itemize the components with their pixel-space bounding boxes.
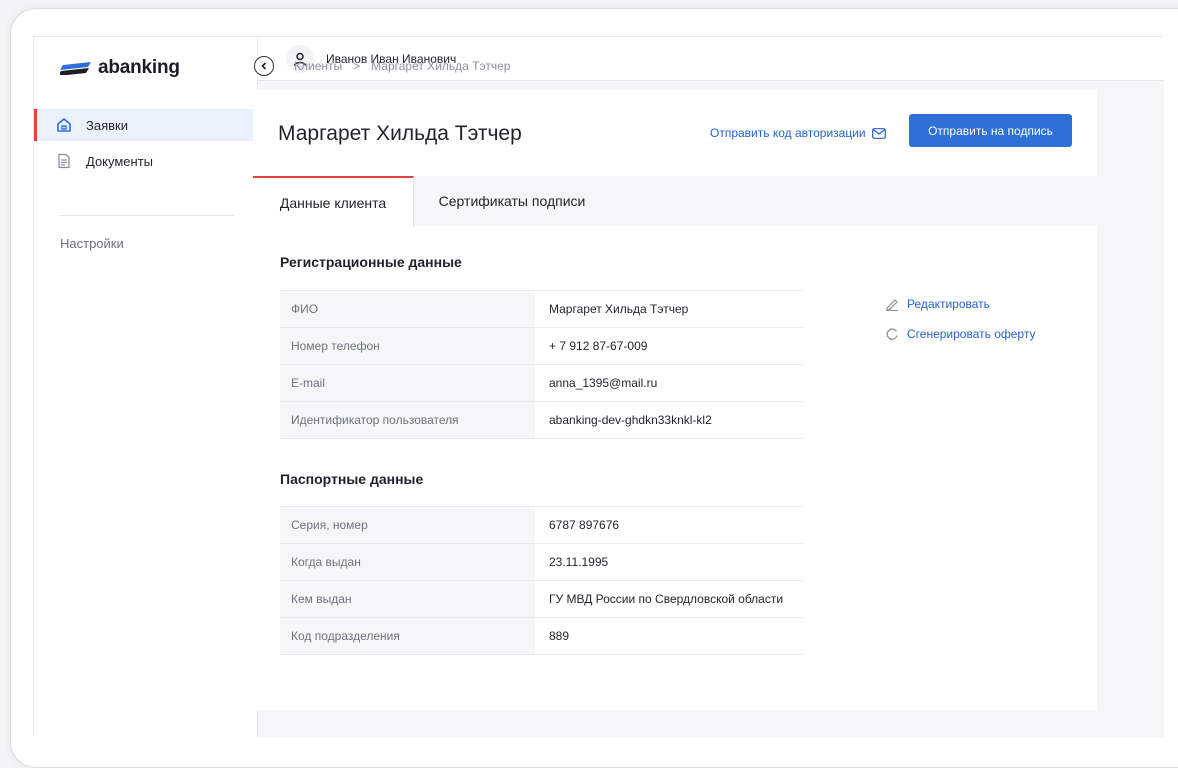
sidebar-item-settings[interactable]: Настройки bbox=[60, 236, 124, 251]
field-value: anna_1395@mail.ru bbox=[549, 376, 658, 390]
table-row: Кем выдан ГУ МВД России по Свердловской … bbox=[280, 580, 804, 618]
field-label: E-mail bbox=[280, 364, 535, 402]
logo-text: abanking bbox=[98, 57, 180, 78]
tab-client-data[interactable]: Данные клиента bbox=[253, 176, 414, 227]
sidebar-item-label: Заявки bbox=[86, 117, 128, 133]
field-label: Кем выдан bbox=[280, 580, 535, 618]
document-icon bbox=[56, 153, 72, 169]
sidebar-item-applications[interactable]: Заявки bbox=[34, 109, 258, 141]
mail-icon bbox=[871, 127, 886, 139]
tab-bar-fill bbox=[610, 176, 1097, 226]
side-actions: Редактировать Сгенерировать оферту bbox=[885, 296, 1035, 356]
field-value: abanking-dev-ghdkn33knkl-kl2 bbox=[549, 413, 712, 427]
field-value: Маргарет Хильда Тэтчер bbox=[549, 302, 689, 316]
home-icon bbox=[56, 117, 72, 133]
table-row: Серия, номер 6787 897676 bbox=[280, 506, 804, 544]
breadcrumb: Клиенты > Маргарет Хильда Тэтчер bbox=[254, 56, 510, 76]
table-row: Когда выдан 23.11.1995 bbox=[280, 543, 804, 581]
back-button[interactable] bbox=[254, 56, 274, 76]
field-value: + 7 912 87-67-009 bbox=[549, 339, 648, 353]
sidebar-item-documents[interactable]: Документы bbox=[34, 145, 258, 177]
field-label: Номер телефон bbox=[280, 327, 535, 365]
passport-table: Серия, номер 6787 897676 Когда выдан 23.… bbox=[280, 506, 804, 655]
generate-offer-link[interactable]: Сгенерировать оферту bbox=[885, 326, 1035, 342]
edit-link[interactable]: Редактировать bbox=[885, 296, 1035, 312]
send-auth-code-link[interactable]: Отправить код авторизации bbox=[710, 126, 886, 140]
client-card: Маргарет Хильда Тэтчер Отправить код авт… bbox=[253, 90, 1097, 710]
field-value: ГУ МВД России по Свердловской области bbox=[549, 592, 784, 606]
send-for-signature-button[interactable]: Отправить на подпись bbox=[909, 114, 1072, 147]
sidebar-divider bbox=[60, 215, 234, 216]
field-value: 23.11.1995 bbox=[549, 555, 609, 569]
sidebar: abanking Заявки Документы Настройки bbox=[34, 37, 258, 737]
sidebar-item-label: Документы bbox=[86, 153, 154, 169]
logo[interactable]: abanking bbox=[60, 57, 180, 79]
refresh-icon bbox=[886, 328, 898, 341]
field-label: Когда выдан bbox=[280, 543, 535, 581]
send-auth-code-label: Отправить код авторизации bbox=[710, 126, 866, 140]
field-label: Идентификатор пользователя bbox=[280, 401, 535, 439]
generate-offer-label: Сгенерировать оферту bbox=[907, 327, 1036, 341]
table-row: E-mail anna_1395@mail.ru bbox=[280, 364, 804, 402]
table-row: ФИО Маргарет Хильда Тэтчер bbox=[280, 290, 804, 328]
breadcrumb-separator: > bbox=[353, 59, 361, 73]
tab-signature-certificates[interactable]: Сертификаты подписи bbox=[414, 176, 610, 226]
page-title: Маргарет Хильда Тэтчер bbox=[278, 122, 522, 145]
field-value: 6787 897676 bbox=[549, 518, 620, 532]
passport-section-title: Паспортные данные bbox=[280, 471, 424, 487]
table-row: Номер телефон + 7 912 87-67-009 bbox=[280, 327, 804, 365]
field-label: Серия, номер bbox=[280, 506, 535, 544]
registration-table: ФИО Маргарет Хильда Тэтчер Номер телефон… bbox=[280, 290, 804, 439]
field-label: ФИО bbox=[280, 290, 535, 328]
table-row: Код подразделения 889 bbox=[280, 617, 804, 655]
field-value: 889 bbox=[549, 629, 570, 643]
logo-icon bbox=[60, 62, 91, 75]
edit-label: Редактировать bbox=[907, 297, 990, 311]
tabs: Данные клиента Сертификаты подписи bbox=[253, 176, 1097, 227]
chevron-left-icon bbox=[261, 62, 267, 70]
registration-section-title: Регистрационные данные bbox=[280, 254, 462, 270]
table-row: Идентификатор пользователя abanking-dev-… bbox=[280, 401, 804, 439]
breadcrumb-item-current: Маргарет Хильда Тэтчер bbox=[371, 59, 511, 73]
breadcrumb-item-clients[interactable]: Клиенты bbox=[294, 59, 342, 73]
pencil-icon bbox=[886, 299, 898, 311]
field-label: Код подразделения bbox=[280, 617, 535, 655]
